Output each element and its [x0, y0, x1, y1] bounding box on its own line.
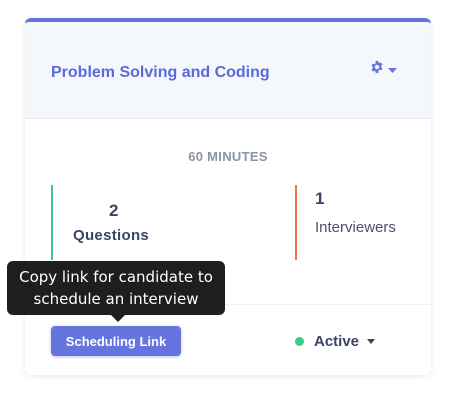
- tooltip: Copy link for candidate to schedule an i…: [7, 261, 225, 315]
- card-header: Problem Solving and Coding: [25, 22, 431, 119]
- tooltip-line-2: schedule an interview: [33, 290, 199, 308]
- chevron-down-icon: [367, 338, 376, 344]
- status-dropdown[interactable]: Active: [295, 329, 376, 353]
- scheduling-link-button[interactable]: Scheduling Link: [51, 326, 181, 356]
- tooltip-line-1: Copy link for candidate to: [19, 268, 213, 286]
- interviewers-count: 1: [315, 189, 325, 208]
- card-title: Problem Solving and Coding: [51, 64, 270, 81]
- questions-count: 2: [109, 201, 119, 220]
- status-dot: [295, 336, 304, 346]
- status-label: Active: [314, 332, 360, 350]
- questions-stat: 2 Questions: [51, 185, 191, 260]
- questions-label: Questions: [73, 227, 150, 244]
- tooltip-arrow: [111, 315, 125, 322]
- chevron-down-icon: [388, 61, 397, 79]
- interview-card: Problem Solving and Coding 60 MINUTES 2 …: [25, 18, 431, 375]
- duration-label: 60 MINUTES: [188, 149, 268, 164]
- interviewers-label: Interviewers: [315, 219, 396, 236]
- gear-icon: [370, 60, 384, 79]
- settings-dropdown[interactable]: [370, 60, 397, 79]
- interviewers-stat: 1 Interviewers: [295, 185, 425, 260]
